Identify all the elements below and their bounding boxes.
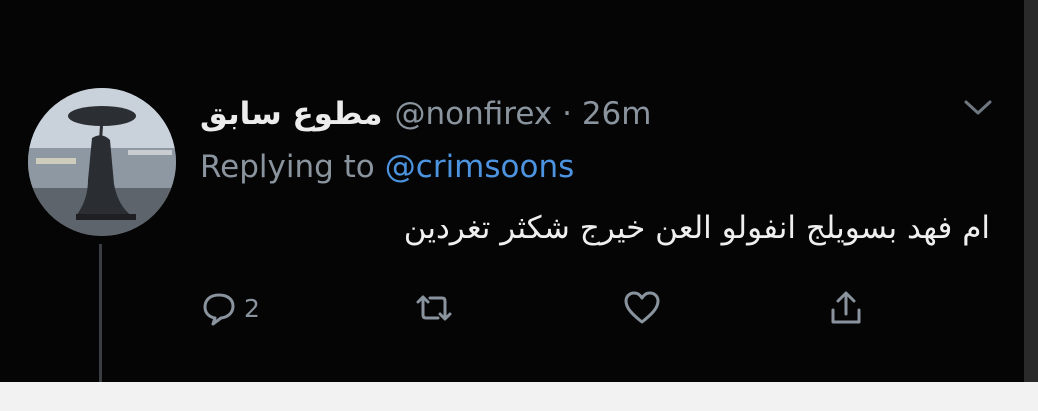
meta-separator: · [562,96,572,132]
tweet-screen: مطوع سابق @nonfirex · 26m Replying to @c… [0,0,1024,382]
avatar[interactable] [28,88,176,236]
screenshot-margin [0,382,1038,411]
tweet-header: مطوع سابق @nonfirex · 26m [200,92,651,136]
like-button[interactable] [622,286,662,330]
reply-bubble-icon [203,293,235,326]
chevron-down-icon[interactable] [958,92,998,122]
share-icon [831,291,861,324]
reply-button[interactable]: 2 [200,286,260,330]
replying-to: Replying to @crimsoons [200,145,574,189]
reply-count: 2 [244,293,260,323]
retweet-button[interactable] [412,286,456,330]
timestamp[interactable]: 26m [582,96,652,132]
share-button[interactable] [826,286,866,330]
tweet-text: ام فهد بسويلج انفولو العن خيرج شكثر تغرد… [403,210,990,246]
retweet-icon [416,295,452,321]
username-handle[interactable]: @nonfirex [395,96,553,132]
replying-to-label: Replying to [200,149,375,185]
thread-line [99,244,102,382]
display-name[interactable]: مطوع سابق [200,96,383,132]
heart-icon [624,291,660,324]
scrollbar-edge [1024,0,1038,382]
replying-to-link[interactable]: @crimsoons [385,149,574,185]
avatar-image [28,88,176,236]
handle-time-group: @nonfirex · 26m [395,96,652,132]
